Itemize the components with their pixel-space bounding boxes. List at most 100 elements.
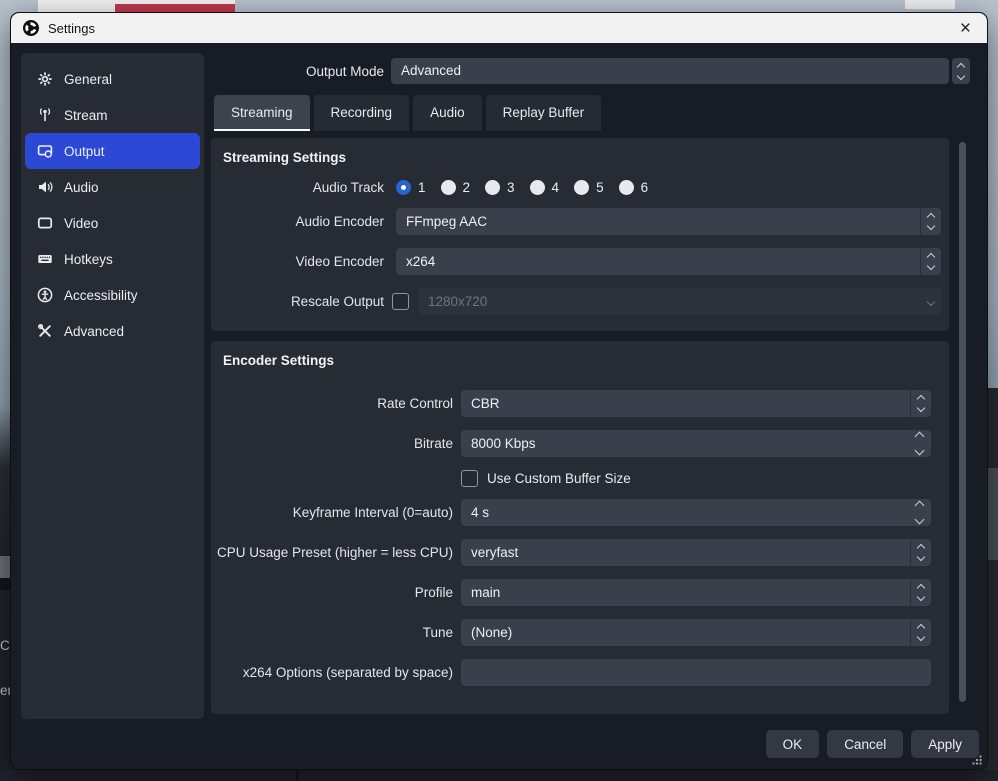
radio-label: 5 [596,180,604,195]
obs-logo-icon [23,20,39,36]
chevron-up-icon [927,213,935,221]
audio-track-radio-6[interactable] [619,180,634,195]
audio-track-label: Audio Track [211,180,384,195]
chevron-up-icon [917,584,925,592]
profile-label: Profile [211,585,453,600]
tab-recording[interactable]: Recording [314,95,410,131]
tab-replay-buffer[interactable]: Replay Buffer [486,95,602,131]
cpu-preset-row: CPU Usage Preset (higher = less CPU) ver… [211,539,949,566]
sidebar-item-stream[interactable]: Stream [25,97,200,133]
x264-options-input[interactable] [461,659,931,686]
tune-label: Tune [211,625,453,640]
cpu-preset-select[interactable]: veryfast [461,539,931,566]
bitrate-row: Bitrate 8000 Kbps [211,430,949,457]
combo-spinner[interactable] [920,248,941,275]
sidebar-item-output[interactable]: Output [25,133,200,169]
chevron-down-icon [917,404,925,412]
output-mode-row: Output Mode Advanced [11,58,970,84]
chevron-down-icon [927,262,935,270]
use-custom-buffer-checkbox[interactable] [461,470,478,487]
combo-spinner[interactable] [910,619,931,646]
apply-button[interactable]: Apply [911,730,979,758]
tune-value: (None) [461,619,910,646]
sidebar-item-video[interactable]: Video [25,205,200,241]
sidebar-item-label: Output [64,144,105,159]
output-icon [37,143,53,159]
sidebar-item-label: Advanced [64,324,124,339]
video-encoder-row: Video Encoder x264 [211,248,949,275]
sidebar-item-accessibility[interactable]: Accessibility [25,277,200,313]
video-encoder-value: x264 [396,248,920,275]
title-bar[interactable]: Settings × [11,13,987,43]
combo-spinner[interactable] [910,579,931,606]
bitrate-label: Bitrate [211,436,453,451]
tab-audio[interactable]: Audio [413,95,482,131]
background-red-strip [115,4,235,12]
audio-track-radio-5[interactable] [574,180,589,195]
radio-label: 4 [552,180,560,195]
rate-control-select[interactable]: CBR [461,390,931,417]
speaker-icon [37,179,53,195]
chevron-down-icon [917,633,925,641]
rescale-resolution-value: 1280x720 [418,288,920,315]
video-encoder-select[interactable]: x264 [396,248,941,275]
chevron-down-icon [917,593,925,601]
x264-options-row: x264 Options (separated by space) [211,659,949,686]
keyframe-interval-spinbox[interactable]: 4 s [461,499,931,526]
keyframe-interval-label: Keyframe Interval (0=auto) [211,505,453,520]
broadcast-icon [37,107,53,123]
sidebar-item-audio[interactable]: Audio [25,169,200,205]
scrollbar-thumb[interactable] [959,142,966,702]
rescale-output-checkbox[interactable] [392,293,409,310]
resize-grip[interactable] [972,755,982,765]
encoder-settings-panel: Encoder Settings Rate Control CBR Bitrat… [211,341,949,714]
audio-encoder-select[interactable]: FFmpeg AAC [396,208,941,235]
tune-row: Tune (None) [211,619,949,646]
keyframe-interval-value: 4 s [461,499,907,526]
profile-value: main [461,579,910,606]
spinbox-arrows[interactable] [907,499,931,526]
chevron-up-icon [917,395,925,403]
combo-spinner[interactable] [910,390,931,417]
sidebar-item-label: Stream [64,108,108,123]
cpu-preset-value: veryfast [461,539,910,566]
background-window-corner [905,0,955,9]
audio-track-radio-1[interactable] [396,180,411,195]
keyboard-icon [37,251,53,267]
sidebar-item-label: Audio [64,180,99,195]
bitrate-spinbox[interactable]: 8000 Kbps [461,430,931,457]
keyframe-interval-row: Keyframe Interval (0=auto) 4 s [211,499,949,526]
spinbox-arrows[interactable] [907,430,931,457]
audio-track-radio-2[interactable] [441,180,456,195]
tune-select[interactable]: (None) [461,619,931,646]
cpu-preset-label: CPU Usage Preset (higher = less CPU) [211,545,453,560]
output-mode-select[interactable]: Advanced [391,58,970,84]
sidebar-item-advanced[interactable]: Advanced [25,313,200,349]
rate-control-label: Rate Control [211,396,453,411]
settings-sidebar: General Stream Output [21,53,204,719]
audio-track-radio-3[interactable] [485,180,500,195]
output-mode-label: Output Mode [11,64,384,79]
accessibility-icon [37,287,53,303]
x264-options-label: x264 Options (separated by space) [211,665,453,680]
audio-encoder-value: FFmpeg AAC [396,208,920,235]
combo-dropdown[interactable] [920,288,941,315]
dialog-footer: OK Cancel Apply [766,730,979,758]
cancel-button[interactable]: Cancel [827,730,903,758]
chevron-down-icon [917,553,925,561]
tab-streaming[interactable]: Streaming [214,95,310,131]
close-icon[interactable]: × [956,19,975,38]
audio-encoder-row: Audio Encoder FFmpeg AAC [211,208,949,235]
ok-button[interactable]: OK [766,730,820,758]
profile-select[interactable]: main [461,579,931,606]
chevron-up-icon [927,253,935,261]
chevron-down-icon [914,446,924,456]
panel-title: Streaming Settings [211,150,949,165]
audio-track-radio-4[interactable] [530,180,545,195]
output-mode-spinner[interactable] [952,58,970,84]
rescale-resolution-select[interactable]: 1280x720 [418,288,941,315]
combo-spinner[interactable] [920,208,941,235]
sidebar-item-hotkeys[interactable]: Hotkeys [25,241,200,277]
tools-icon [37,323,53,339]
combo-spinner[interactable] [910,539,931,566]
